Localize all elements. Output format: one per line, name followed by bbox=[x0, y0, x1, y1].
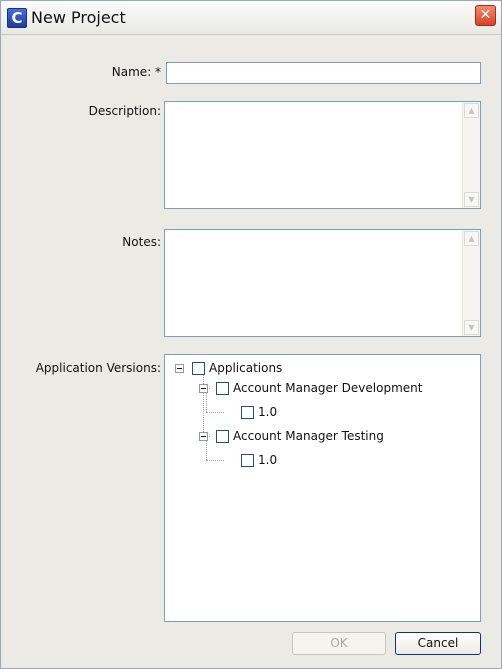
name-label: Name: * bbox=[111, 65, 161, 79]
tree-node-version[interactable]: 1.0 bbox=[258, 403, 277, 421]
scroll-up-arrow-icon[interactable]: ▲ bbox=[464, 231, 479, 246]
notes-scrollbar[interactable]: ▲ ▼ bbox=[462, 230, 480, 336]
tree-connector bbox=[203, 368, 204, 436]
name-input[interactable] bbox=[166, 62, 481, 84]
scroll-down-arrow-icon[interactable]: ▼ bbox=[464, 320, 479, 335]
app-dev-checkbox[interactable] bbox=[216, 382, 229, 395]
close-icon[interactable]: ✕ bbox=[475, 5, 496, 26]
cancel-button[interactable]: Cancel bbox=[395, 632, 481, 655]
tree-collapse-icon[interactable] bbox=[199, 432, 208, 441]
title-bar[interactable]: C New Project ✕ bbox=[1, 1, 501, 35]
description-textarea[interactable]: ▲ ▼ bbox=[164, 101, 481, 209]
app-dev-version-checkbox[interactable] bbox=[241, 406, 254, 419]
notes-textarea[interactable]: ▲ ▼ bbox=[164, 229, 481, 337]
description-scrollbar[interactable]: ▲ ▼ bbox=[462, 102, 480, 208]
app-test-checkbox[interactable] bbox=[216, 430, 229, 443]
tree-collapse-icon[interactable] bbox=[199, 384, 208, 393]
scroll-down-arrow-icon[interactable]: ▼ bbox=[464, 192, 479, 207]
scroll-up-arrow-icon[interactable]: ▲ bbox=[464, 103, 479, 118]
tree-node-account-manager-development[interactable]: Account Manager Development bbox=[233, 379, 422, 397]
new-project-dialog: C New Project ✕ Name: * Description: ▲ ▼… bbox=[0, 0, 502, 669]
ok-button[interactable]: OK bbox=[292, 632, 386, 655]
window-title: New Project bbox=[31, 8, 126, 27]
notes-label: Notes: bbox=[122, 235, 161, 249]
applications-checkbox[interactable] bbox=[192, 362, 205, 375]
tree-node-account-manager-testing[interactable]: Account Manager Testing bbox=[233, 427, 384, 445]
application-versions-label: Application Versions: bbox=[35, 361, 161, 375]
app-test-version-checkbox[interactable] bbox=[241, 454, 254, 467]
tree-connector bbox=[206, 460, 224, 461]
tree-connector bbox=[206, 392, 207, 412]
description-label: Description: bbox=[88, 104, 161, 118]
tree-node-version[interactable]: 1.0 bbox=[258, 451, 277, 469]
application-versions-tree[interactable]: Applications Account Manager Development… bbox=[164, 354, 481, 622]
tree-connector bbox=[206, 440, 207, 460]
tree-connector bbox=[206, 412, 224, 413]
app-logo-icon: C bbox=[7, 8, 27, 28]
tree-node-applications[interactable]: Applications bbox=[209, 359, 282, 377]
tree-collapse-icon[interactable] bbox=[175, 364, 184, 373]
